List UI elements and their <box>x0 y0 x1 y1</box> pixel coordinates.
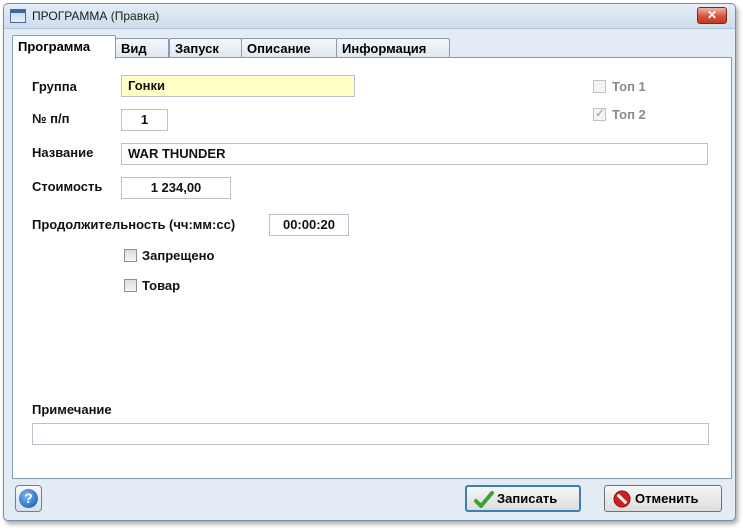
tab-information[interactable]: Информация <box>336 38 450 59</box>
tab-launch[interactable]: Запуск <box>169 38 242 59</box>
save-button-label: Записать <box>497 491 558 506</box>
group-label: Группа <box>32 79 77 94</box>
number-field[interactable]: 1 <box>121 109 168 131</box>
tab-panel-program: Группа Гонки № п/п 1 Название WAR THUNDE… <box>12 57 732 479</box>
group-field[interactable]: Гонки <box>121 75 355 97</box>
tab-information-label: Информация <box>342 41 427 56</box>
forbidden-label[interactable]: Запрещено <box>142 248 214 263</box>
window-app-icon <box>10 9 26 23</box>
help-button[interactable]: ? <box>15 485 42 512</box>
goods-checkbox[interactable] <box>124 279 137 292</box>
forbidden-checkbox[interactable] <box>124 249 137 262</box>
top1-label: Топ 1 <box>612 79 646 94</box>
title-bar[interactable]: ПРОГРАММА (Правка) ✕ <box>4 4 735 29</box>
close-button[interactable]: ✕ <box>697 7 727 24</box>
note-label: Примечание <box>32 402 112 417</box>
tab-view[interactable]: Вид <box>115 38 169 59</box>
no-entry-icon <box>613 490 631 508</box>
dialog-button-bar: ? Записать Отменить <box>4 480 735 520</box>
tab-program-label: Программа <box>18 39 91 54</box>
note-field[interactable] <box>32 423 709 445</box>
tab-view-label: Вид <box>121 41 147 56</box>
tab-description-label: Описание <box>247 41 311 56</box>
cost-field[interactable]: 1 234,00 <box>121 177 231 199</box>
cost-label: Стоимость <box>32 179 103 194</box>
duration-field[interactable]: 00:00:20 <box>269 214 349 236</box>
edit-program-window: ПРОГРАММА (Правка) ✕ Программа Вид Запус… <box>3 3 736 521</box>
cancel-button-label: Отменить <box>635 491 699 506</box>
top2-label: Топ 2 <box>612 107 646 122</box>
number-label: № п/п <box>32 111 70 126</box>
top1-checkbox <box>593 80 606 93</box>
name-label: Название <box>32 145 94 160</box>
help-icon: ? <box>19 489 38 508</box>
tab-description[interactable]: Описание <box>241 38 337 59</box>
checkmark-icon <box>474 491 494 508</box>
save-button[interactable]: Записать <box>465 485 581 512</box>
tab-launch-label: Запуск <box>175 41 219 56</box>
duration-label: Продолжительность (чч:мм:сс) <box>32 217 236 232</box>
name-field[interactable]: WAR THUNDER <box>121 143 708 165</box>
tab-program[interactable]: Программа <box>12 35 116 59</box>
tab-strip: Программа Вид Запуск Описание Информация <box>12 35 732 59</box>
goods-label[interactable]: Товар <box>142 278 180 293</box>
cancel-button[interactable]: Отменить <box>604 485 722 512</box>
window-title: ПРОГРАММА (Правка) <box>32 9 160 23</box>
top2-checkbox <box>593 106 606 121</box>
